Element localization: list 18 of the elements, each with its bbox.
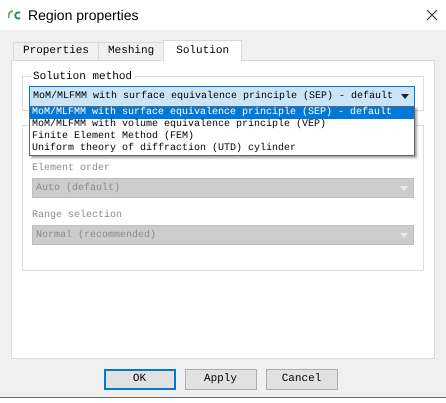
app-logo-icon bbox=[8, 9, 22, 21]
window-title: Region properties bbox=[28, 6, 139, 25]
close-icon[interactable] bbox=[426, 9, 438, 21]
tab[interactable]: Solution bbox=[163, 40, 242, 61]
caret-icon bbox=[401, 94, 409, 99]
dropdown-option[interactable]: Uniform theory of diffraction (UTD) cylinder bbox=[30, 143, 414, 155]
field-label: Element order bbox=[32, 162, 112, 175]
dropdown[interactable]: MoM/MLFMM with surface equivalence principle (SEP) - default bbox=[29, 86, 415, 107]
dialog-button[interactable]: Cancel bbox=[266, 369, 338, 390]
caret-icon bbox=[400, 232, 408, 238]
dropdown-option[interactable]: MoM/MLFMM with surface equivalence principle (SEP) - default bbox=[30, 107, 414, 119]
dropdown-option[interactable]: Finite Element Method (FEM) bbox=[30, 131, 414, 143]
tab[interactable]: Properties bbox=[13, 42, 100, 60]
dialog-button[interactable]: OK bbox=[104, 369, 176, 390]
dialog-button[interactable]: Apply bbox=[184, 369, 256, 390]
dropdown-option[interactable]: MoM/MLFMM with volume equivalence principle (VEP) bbox=[30, 119, 414, 131]
caret-icon bbox=[400, 186, 408, 190]
field-label: Range selection bbox=[32, 209, 124, 222]
